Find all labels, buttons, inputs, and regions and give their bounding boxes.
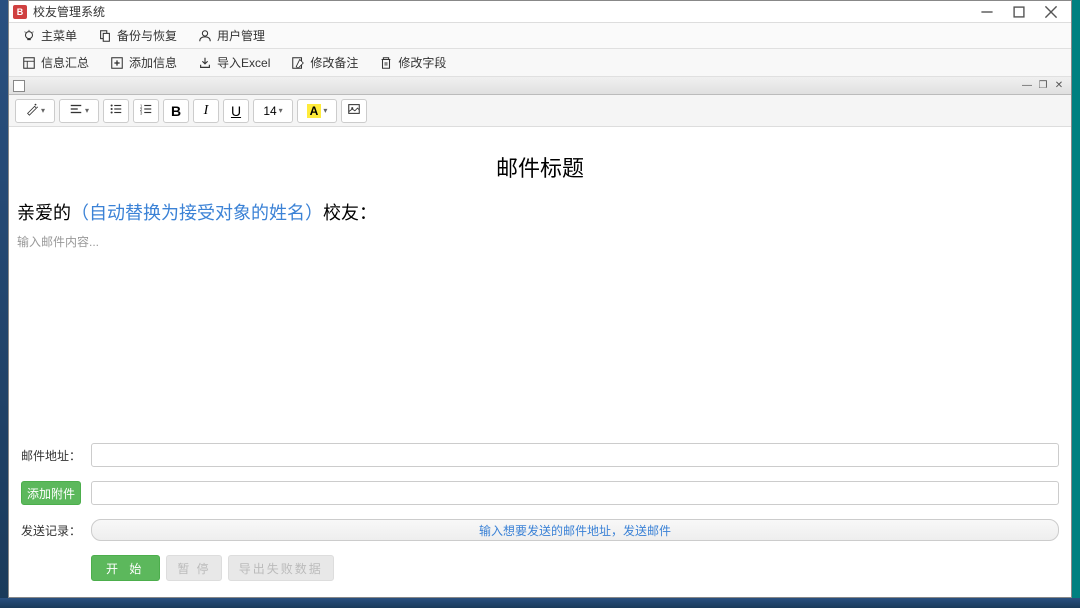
menu-main-label: 主菜单	[41, 27, 77, 44]
dashboard-icon	[21, 55, 37, 71]
align-icon	[69, 102, 83, 119]
maximize-button[interactable]	[1003, 2, 1035, 22]
tool-add[interactable]: 添加信息	[105, 52, 181, 73]
sub-window-bar: — ❐ ✕	[9, 77, 1071, 95]
bold-button[interactable]: B	[163, 99, 189, 123]
progress-text: 输入想要发送的邮件地址，发送邮件	[479, 522, 671, 539]
editor-toolbar: ▾ ▾ 123 B I U 14 ▾ A ▾	[9, 95, 1071, 127]
tool-summary-label: 信息汇总	[41, 54, 89, 71]
main-window: B 校友管理系统 主菜单 备份与恢复 用户管理	[8, 0, 1072, 598]
pause-button: 暂 停	[166, 555, 221, 581]
image-icon	[347, 102, 361, 119]
window-title: 校友管理系统	[33, 3, 971, 20]
menu-user-label: 用户管理	[217, 27, 265, 44]
magic-format-button[interactable]: ▾	[15, 99, 55, 123]
toolbar: 信息汇总 添加信息 导入Excel 修改备注 修改字段	[9, 49, 1071, 77]
tool-edit-field-label: 修改字段	[398, 54, 446, 71]
highlight-button[interactable]: A ▾	[297, 99, 337, 123]
greeting-prefix: 亲爱的	[17, 203, 71, 223]
address-label: 邮件地址：	[21, 447, 81, 464]
edit-icon	[290, 55, 306, 71]
menu-main[interactable]: 主菜单	[17, 25, 81, 46]
attach-button[interactable]: 添加附件	[21, 481, 81, 505]
bullet-list-icon	[109, 102, 123, 119]
bullet-list-button[interactable]	[103, 99, 129, 123]
minimize-button[interactable]	[971, 2, 1003, 22]
export-fail-button: 导出失败数据	[228, 555, 334, 581]
menu-user[interactable]: 用户管理	[193, 25, 269, 46]
font-size-value: 14	[263, 104, 276, 118]
start-button[interactable]: 开 始	[91, 555, 160, 581]
italic-button[interactable]: I	[193, 99, 219, 123]
wand-icon	[25, 102, 39, 119]
sub-minimize-button[interactable]: —	[1019, 79, 1035, 93]
align-button[interactable]: ▾	[59, 99, 99, 123]
document-icon	[13, 80, 25, 92]
address-input[interactable]	[91, 443, 1059, 467]
app-icon: B	[13, 5, 27, 19]
tool-import-label: 导入Excel	[217, 54, 270, 71]
delete-icon	[378, 55, 394, 71]
highlight-icon: A	[307, 104, 322, 118]
tool-edit-field[interactable]: 修改字段	[374, 52, 450, 73]
import-icon	[197, 55, 213, 71]
editor-content[interactable]: 邮件标题 亲爱的（自动替换为接受对象的姓名）校友： 输入邮件内容...	[9, 127, 1071, 431]
mail-greeting[interactable]: 亲爱的（自动替换为接受对象的姓名）校友：	[9, 199, 1071, 225]
plus-icon	[109, 55, 125, 71]
tool-edit-note-label: 修改备注	[310, 54, 358, 71]
svg-text:3: 3	[140, 110, 143, 115]
tool-edit-note[interactable]: 修改备注	[286, 52, 362, 73]
sub-close-button[interactable]: ✕	[1051, 79, 1067, 93]
user-icon	[197, 28, 213, 44]
insert-image-button[interactable]	[341, 99, 367, 123]
lightbulb-icon	[21, 28, 37, 44]
menu-bar: 主菜单 备份与恢复 用户管理	[9, 23, 1071, 49]
tool-add-label: 添加信息	[129, 54, 177, 71]
attachment-input[interactable]	[91, 481, 1059, 505]
form-area: 邮件地址： 添加附件 发送记录： 输入想要发送的邮件地址，发送邮件 开 始 暂 …	[9, 431, 1071, 597]
menu-backup-label: 备份与恢复	[117, 27, 177, 44]
progress-bar: 输入想要发送的邮件地址，发送邮件	[91, 519, 1059, 541]
log-label: 发送记录：	[21, 522, 81, 539]
menu-backup[interactable]: 备份与恢复	[93, 25, 181, 46]
number-list-button[interactable]: 123	[133, 99, 159, 123]
greeting-name-placeholder: （自动替换为接受对象的姓名）	[71, 203, 323, 223]
taskbar	[0, 598, 1080, 608]
mail-title[interactable]: 邮件标题	[9, 151, 1071, 183]
close-button[interactable]	[1035, 2, 1067, 22]
tool-summary[interactable]: 信息汇总	[17, 52, 93, 73]
mail-body-placeholder[interactable]: 输入邮件内容...	[9, 233, 1071, 250]
font-size-button[interactable]: 14 ▾	[253, 99, 293, 123]
number-list-icon: 123	[139, 102, 153, 119]
copy-icon	[97, 28, 113, 44]
underline-button[interactable]: U	[223, 99, 249, 123]
title-bar: B 校友管理系统	[9, 1, 1071, 23]
tool-import[interactable]: 导入Excel	[193, 52, 274, 73]
greeting-suffix: 校友：	[323, 203, 377, 223]
sub-restore-button[interactable]: ❐	[1035, 79, 1051, 93]
